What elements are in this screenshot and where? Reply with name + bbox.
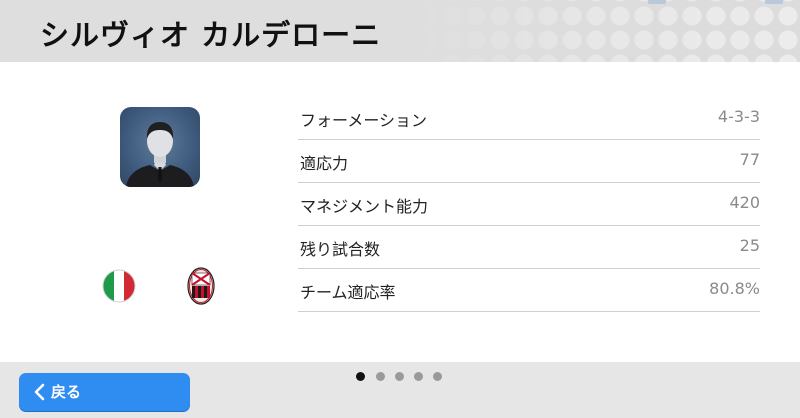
stat-label: マネジメント能力 bbox=[300, 197, 429, 216]
page-title: シルヴィオ カルデローニ bbox=[40, 18, 382, 52]
stat-row-formation: フォーメーション 4-3-3 bbox=[298, 97, 760, 140]
stat-row-adaptability: 適応力 77 bbox=[298, 140, 760, 183]
top-edge-mark bbox=[648, 0, 666, 4]
back-button[interactable]: 戻る bbox=[19, 373, 190, 411]
manager-avatar bbox=[120, 107, 200, 187]
stat-value: 77 bbox=[739, 150, 760, 169]
stat-value: 420 bbox=[729, 193, 760, 212]
stat-label: 適応力 bbox=[300, 154, 349, 173]
back-button-label: 戻る bbox=[51, 383, 82, 401]
page-dot-1[interactable] bbox=[356, 372, 365, 381]
stat-label: 残り試合数 bbox=[300, 240, 381, 259]
stat-label: フォーメーション bbox=[300, 111, 428, 130]
page-dot-4[interactable] bbox=[414, 372, 423, 381]
page-dot-5[interactable] bbox=[433, 372, 442, 381]
italy-flag-icon bbox=[102, 269, 136, 303]
chevron-left-icon bbox=[34, 383, 45, 401]
stat-value: 25 bbox=[739, 236, 760, 255]
stat-value: 80.8% bbox=[709, 279, 760, 298]
stat-row-remaining-matches: 残り試合数 25 bbox=[298, 226, 760, 269]
stats-table: フォーメーション 4-3-3 適応力 77 マネジメント能力 420 残り試合数… bbox=[298, 97, 760, 312]
stat-value: 4-3-3 bbox=[717, 107, 760, 126]
top-edge-mark bbox=[765, 0, 783, 4]
page-dot-3[interactable] bbox=[395, 372, 404, 381]
person-silhouette-icon bbox=[126, 122, 194, 187]
stat-row-team-adaptation: チーム適応率 80.8% bbox=[298, 269, 760, 312]
page-dot-2[interactable] bbox=[376, 372, 385, 381]
ac-milan-crest-icon bbox=[187, 267, 215, 305]
stat-label: チーム適応率 bbox=[300, 283, 396, 302]
header-bar: シルヴィオ カルデローニ bbox=[0, 0, 800, 62]
stat-row-management: マネジメント能力 420 bbox=[298, 183, 760, 226]
